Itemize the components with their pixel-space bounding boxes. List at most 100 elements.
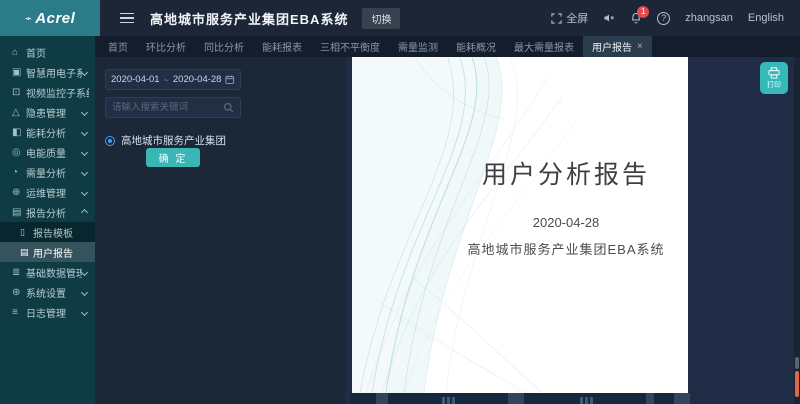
- chevron-down-icon: [81, 128, 88, 135]
- chevron-down-icon: [81, 288, 88, 295]
- search-icon[interactable]: [223, 102, 234, 113]
- language-switcher[interactable]: English: [748, 12, 784, 24]
- scrollbar-thumb-secondary[interactable]: [795, 357, 799, 369]
- report-subtitle: 高地城市服务产业集团EBA系统: [452, 239, 680, 258]
- sidebar-item-report-analysis[interactable]: ▤ 报告分析: [0, 202, 95, 222]
- report-cover-text: 用户分析报告 2020-04-28 高地城市服务产业集团EBA系统: [452, 155, 680, 258]
- ops-icon: ⊕: [12, 187, 26, 198]
- sidebar-item-home[interactable]: ⌂ 首页: [0, 42, 95, 62]
- video-monitor-icon: ⊡: [12, 87, 26, 98]
- sidebar-item-smart-power[interactable]: ▣ 智慧用电子系统: [0, 62, 95, 82]
- sidebar-item-energy-analysis[interactable]: ◧ 能耗分析: [0, 122, 95, 142]
- sidebar-nav: ⌂ 首页 ▣ 智慧用电子系统 ⊡ 视频监控子系统 △ 隐患管理 ◧ 能耗分析: [0, 36, 95, 404]
- log-icon: ≡: [12, 307, 26, 318]
- sidebar-item-ops[interactable]: ⊕ 运维管理: [0, 182, 95, 202]
- report-date: 2020-04-28: [452, 215, 680, 230]
- logo-text: Acrel: [35, 10, 75, 27]
- report-preview-area: 用户分析报告 2020-04-28 高地城市服务产业集团EBA系统: [345, 57, 800, 404]
- home-icon: ⌂: [12, 47, 26, 58]
- report-page: 用户分析报告 2020-04-28 高地城市服务产业集团EBA系统: [352, 57, 688, 393]
- sidebar-item-video-monitor[interactable]: ⊡ 视频监控子系统: [0, 82, 95, 102]
- switch-project-button[interactable]: 切换: [362, 8, 400, 29]
- print-button[interactable]: 打印: [760, 62, 788, 94]
- tab-user-report[interactable]: 用户报告 ×: [583, 36, 652, 57]
- chevron-down-icon: [81, 268, 88, 275]
- help-icon: ?: [657, 12, 670, 25]
- chevron-down-icon: [81, 68, 88, 75]
- radio-selected-icon[interactable]: [105, 136, 115, 146]
- chevron-down-icon: [81, 188, 88, 195]
- tab-energy-overview[interactable]: 能耗概况: [447, 36, 505, 57]
- tab-three-phase-unbalance[interactable]: 三相不平衡度: [311, 36, 389, 57]
- hazard-icon: △: [12, 107, 26, 118]
- tab-bar: 首页 环比分析 同比分析 能耗报表 三相不平衡度 需量监测 能耗概况 最大需量报…: [95, 36, 800, 57]
- search-input[interactable]: [112, 102, 223, 113]
- chevron-up-icon: [81, 208, 88, 215]
- confirm-button[interactable]: 确 定: [146, 148, 200, 167]
- fullscreen-button[interactable]: 全屏: [551, 10, 588, 26]
- app-window: ⌁ Acrel 高地城市服务产业集团EBA系统 切换 全屏 1: [0, 0, 800, 404]
- sidebar-item-logs[interactable]: ≡ 日志管理: [0, 302, 95, 322]
- date-range-separator: ~: [164, 75, 169, 85]
- print-label: 打印: [767, 80, 781, 90]
- report-analysis-submenu: ▯ 报告模板 ▤ 用户报告: [0, 222, 95, 262]
- fullscreen-label: 全屏: [566, 10, 588, 26]
- top-bar: ⌁ Acrel 高地城市服务产业集团EBA系统 切换 全屏 1: [0, 0, 800, 36]
- sidebar-item-settings[interactable]: ⊛ 系统设置: [0, 282, 95, 302]
- report-title: 用户分析报告: [452, 155, 680, 191]
- tab-yoy-analysis[interactable]: 同比分析: [195, 36, 253, 57]
- sidebar-item-base-data[interactable]: ≣ 基础数据管理: [0, 262, 95, 282]
- table-columns-decoration: [574, 393, 598, 404]
- base-data-icon: ≣: [12, 267, 26, 278]
- mute-button[interactable]: [603, 12, 615, 24]
- tree-node-label: 高地城市服务产业集团: [121, 133, 226, 148]
- date-range-picker[interactable]: 2020-04-01 ~ 2020-04-28: [105, 69, 241, 90]
- demand-analysis-icon: ◔: [12, 167, 26, 178]
- help-button[interactable]: ?: [657, 12, 670, 25]
- top-bar-main: 高地城市服务产业集团EBA系统 切换 全屏 1 ? zhangsan E: [100, 0, 800, 36]
- tab-mom-analysis[interactable]: 环比分析: [137, 36, 195, 57]
- template-icon: ▯: [20, 227, 33, 238]
- tab-home[interactable]: 首页: [99, 36, 137, 57]
- scrollbar-thumb[interactable]: [795, 371, 799, 397]
- username[interactable]: zhangsan: [685, 12, 733, 24]
- collapse-menu-icon[interactable]: [120, 13, 134, 24]
- date-end-value[interactable]: 2020-04-28: [173, 74, 222, 85]
- sidebar-item-demand-analysis[interactable]: ◔ 需量分析: [0, 162, 95, 182]
- table-columns-decoration: [436, 393, 460, 404]
- close-icon[interactable]: ×: [637, 41, 643, 52]
- user-report-icon: ▤: [20, 247, 33, 258]
- next-page-preview: [350, 393, 690, 404]
- chevron-down-icon: [81, 308, 88, 315]
- vertical-scrollbar[interactable]: [794, 57, 800, 404]
- fullscreen-icon: [551, 13, 562, 24]
- notification-badge: 1: [637, 6, 649, 18]
- tab-max-demand-report[interactable]: 最大需量报表: [505, 36, 583, 57]
- brand-logo: ⌁ Acrel: [0, 0, 100, 36]
- filter-panel: 2020-04-01 ~ 2020-04-28 高地城市服务产业集团: [95, 57, 345, 404]
- chevron-down-icon: [81, 108, 88, 115]
- search-box: [105, 97, 241, 118]
- date-start-value[interactable]: 2020-04-01: [111, 74, 160, 85]
- tree-node-root[interactable]: 高地城市服务产业集团: [105, 133, 241, 148]
- notifications-button[interactable]: 1: [630, 12, 642, 24]
- sidebar-item-hazard[interactable]: △ 隐患管理: [0, 102, 95, 122]
- report-analysis-icon: ▤: [12, 207, 26, 218]
- smart-power-icon: ▣: [12, 67, 26, 78]
- power-quality-icon: ◎: [12, 147, 26, 158]
- calendar-icon: [225, 74, 235, 85]
- tab-demand-monitor[interactable]: 需量监测: [389, 36, 447, 57]
- logo-mark-icon: ⌁: [24, 11, 32, 25]
- chevron-down-icon: [81, 148, 88, 155]
- sidebar-item-user-report[interactable]: ▤ 用户报告: [0, 242, 95, 262]
- chevron-down-icon: [81, 168, 88, 175]
- speaker-muted-icon: [603, 12, 615, 24]
- app-title: 高地城市服务产业集团EBA系统: [150, 9, 348, 28]
- tab-energy-report[interactable]: 能耗报表: [253, 36, 311, 57]
- top-bar-actions: 全屏 1 ? zhangsan English: [551, 10, 784, 26]
- settings-icon: ⊛: [12, 287, 26, 298]
- sidebar-item-report-template[interactable]: ▯ 报告模板: [0, 222, 95, 242]
- printer-icon: [767, 66, 781, 79]
- energy-analysis-icon: ◧: [12, 127, 26, 138]
- sidebar-item-power-quality[interactable]: ◎ 电能质量: [0, 142, 95, 162]
